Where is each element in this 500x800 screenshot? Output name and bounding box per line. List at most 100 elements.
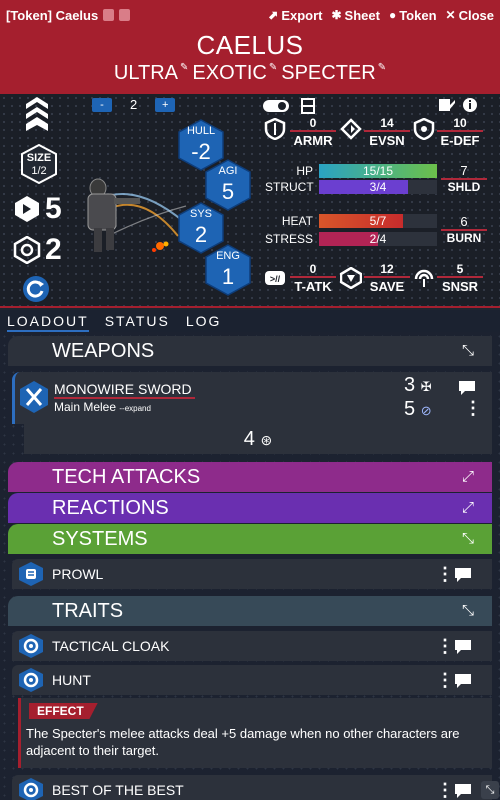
mech-header: CAELUS ULTRA ✎ EXOTIC ✎ SPECTER ✎ (0, 30, 500, 94)
weapon-menu-kebab[interactable]: ⋮ (464, 398, 482, 419)
effect-label: EFFECT (29, 703, 98, 719)
note-icon[interactable] (454, 567, 472, 583)
close-icon: ✕ (445, 8, 456, 22)
sheet-label: Sheet (344, 7, 380, 23)
system-row-prowl[interactable]: PROWL ⋮ (12, 559, 492, 589)
system-icon (19, 562, 43, 586)
burn-stat[interactable]: 6 BURN (441, 214, 487, 245)
edit-icon: ✎ (180, 62, 189, 73)
hp-bar-row: HP 15/15 (265, 164, 437, 178)
trait-row-tactical-cloak[interactable]: TACTICAL CLOAK ⋮ (12, 631, 492, 661)
info-icon[interactable] (462, 97, 478, 113)
rank-chevron-icon (26, 97, 48, 131)
external-link-icon: ⬈ (268, 8, 279, 22)
structure-bar[interactable]: 3/4 (319, 180, 437, 194)
systems-header[interactable]: SYSTEMS ⤡ (8, 524, 492, 554)
weapon-name[interactable]: MONOWIRE SWORD (54, 381, 195, 399)
shield-stat[interactable]: 7 SHLD (441, 163, 487, 194)
toggle-icon[interactable] (262, 99, 290, 113)
burn-label: BURN (441, 229, 487, 245)
note-icon[interactable] (454, 639, 472, 655)
eng-hex[interactable]: ENG 1 (205, 244, 251, 296)
tier-decrease-button[interactable]: - (92, 97, 112, 112)
sheet-button[interactable]: ✱ Sheet (331, 8, 379, 23)
item-menu-kebab[interactable]: ⋮ (436, 780, 454, 800)
expand-icon[interactable]: ⤢ (462, 499, 474, 516)
tech-attacks-header[interactable]: TECH ATTACKS ⤢ (8, 462, 492, 492)
mount-row: 4 ⊛ (24, 424, 492, 454)
weapon-subtype: Main Melee --expand (54, 400, 151, 414)
reactions-header[interactable]: REACTIONS ⤢ (8, 493, 492, 523)
trait-name: BEST OF THE BEST (52, 782, 184, 798)
traits-header[interactable]: TRAITS ⤡ (8, 596, 492, 626)
evasion-value: 14 (380, 116, 394, 130)
tab-loadout[interactable]: LOADOUT (7, 310, 89, 332)
structure-label: STRUCT (265, 180, 314, 194)
reactor-icon (13, 236, 41, 264)
scan-icon[interactable] (300, 97, 316, 115)
close-button[interactable]: ✕ Close (446, 8, 494, 23)
close-label: Close (458, 7, 494, 23)
note-icon[interactable] (458, 380, 476, 396)
tag-specter[interactable]: SPECTER ✎ (281, 62, 386, 85)
range-icon: ✠ (420, 379, 432, 394)
trait-row-best-of-the-best[interactable]: BEST OF THE BEST ⋮ (12, 775, 492, 800)
edefense-label: E-DEF (437, 130, 483, 148)
stress-bar[interactable]: 2/4 (319, 232, 437, 246)
stress-text: 2/4 (369, 232, 387, 246)
tag-exotic[interactable]: EXOTIC ✎ (192, 62, 277, 85)
sheet-icon[interactable] (119, 9, 131, 21)
expand-icon[interactable]: ⤢ (462, 468, 474, 485)
window-title: [Token] Caelus (6, 8, 268, 23)
mech-name: CAELUS (196, 30, 304, 60)
item-menu-kebab[interactable]: ⋮ (436, 670, 454, 691)
item-menu-kebab[interactable]: ⋮ (436, 636, 454, 657)
structure-value: 5 (45, 192, 62, 225)
structure-icon (15, 196, 39, 222)
armor-label: ARMR (290, 130, 336, 148)
structure-text: 3/4 (369, 180, 387, 194)
stress-value: 2 (45, 233, 62, 266)
tab-bar: LOADOUT STATUS LOG (0, 310, 500, 332)
stress-label: STRESS (265, 232, 314, 246)
melee-weapon-icon (20, 381, 48, 413)
tab-status[interactable]: STATUS (105, 310, 170, 332)
edefense-value: 10 (453, 116, 467, 130)
edit-note-icon[interactable] (438, 97, 456, 113)
token-button[interactable]: ● Token (389, 8, 437, 23)
collapse-icon[interactable]: ⤡ (462, 602, 474, 619)
collapse-icon[interactable]: ⤡ (462, 530, 474, 547)
weapons-header[interactable]: WEAPONS ⤡ (8, 336, 492, 366)
heat-text: 5/7 (369, 214, 387, 228)
note-icon[interactable] (454, 783, 472, 799)
expand-link[interactable]: --expand (119, 404, 151, 413)
size-hex-icon (21, 144, 57, 184)
weapons-title: WEAPONS (52, 339, 155, 362)
tech-attack-icon: >// (265, 271, 285, 285)
sensor-icon (414, 269, 434, 287)
eng-value: 1 (221, 264, 235, 289)
note-icon[interactable] (454, 673, 472, 689)
resize-handle-icon[interactable]: ⤡ (481, 781, 499, 799)
refresh-icon[interactable] (22, 275, 50, 303)
tag-ultra[interactable]: ULTRA ✎ (114, 62, 188, 85)
tag-ultra-label: ULTRA (113, 62, 178, 84)
tab-log[interactable]: LOG (186, 310, 222, 332)
title-bar: [Token] Caelus ⬈ Export ✱ Sheet ● Token … (0, 0, 500, 30)
hp-bar[interactable]: 15/15 (319, 164, 437, 178)
trait-row-hunt[interactable]: HUNT ⋮ (12, 665, 492, 695)
trait-name: HUNT (52, 672, 91, 688)
export-label: Export (281, 7, 323, 23)
tag-specter-label: SPECTER (281, 62, 376, 84)
heat-bar[interactable]: 5/7 (319, 214, 437, 228)
token-label: Token (399, 7, 437, 23)
collapse-icon[interactable]: ⤡ (462, 342, 474, 359)
tier-increase-button[interactable]: + (155, 97, 176, 112)
tech-attack-value: 0 (309, 262, 317, 276)
book-icon[interactable] (103, 9, 115, 21)
edefense-icon (413, 118, 435, 140)
export-button[interactable]: ⬈ Export (268, 8, 322, 23)
item-menu-kebab[interactable]: ⋮ (436, 564, 454, 585)
trait-icon (19, 778, 43, 800)
evasion-label: EVSN (364, 130, 410, 148)
